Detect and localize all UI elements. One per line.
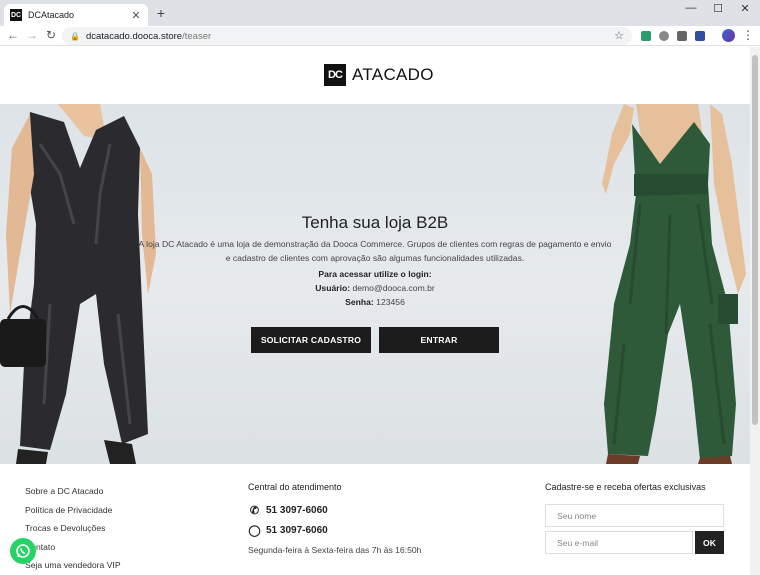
footer-link-returns[interactable]: Trocas e Devoluções bbox=[25, 523, 105, 533]
support-heading: Central do atendimento bbox=[248, 482, 342, 492]
tab-close-icon[interactable]: ✕ bbox=[130, 9, 142, 22]
login-heading: Para acessar utilize o login: bbox=[318, 269, 432, 279]
site-favicon-icon: DC bbox=[10, 9, 22, 21]
request-signup-button[interactable]: SOLICITAR CADASTRO bbox=[251, 327, 371, 353]
login-user: Usuário: demo@dooca.com.br bbox=[315, 283, 435, 293]
camera-icon[interactable] bbox=[677, 31, 687, 41]
hero-title: Tenha sua loja B2B bbox=[301, 213, 449, 232]
footer-link-about[interactable]: Sobre a DC Atacado bbox=[25, 486, 103, 496]
browser-menu-icon[interactable]: ⋮ bbox=[742, 28, 754, 42]
site-logo[interactable]: DC ATACADO bbox=[324, 64, 434, 86]
forward-arrow-icon[interactable]: → bbox=[24, 28, 40, 43]
browser-tab[interactable]: DC DCAtacado ✕ bbox=[4, 4, 148, 26]
whatsapp-small-icon: ◯ bbox=[248, 525, 261, 537]
enter-button[interactable]: ENTRAR bbox=[379, 327, 499, 353]
minimize-button[interactable]: — bbox=[679, 2, 703, 14]
reload-icon[interactable]: ↻ bbox=[43, 28, 59, 43]
phone-number[interactable]: ✆ 51 3097-6060 bbox=[248, 504, 328, 517]
hero-banner: Tenha sua loja B2B A loja DC Atacado é u… bbox=[0, 104, 750, 464]
extension-icon[interactable] bbox=[695, 31, 705, 41]
browser-tab-bar: DC DCAtacado ✕ + — ☐ ✕ bbox=[0, 0, 760, 26]
whatsapp-float-button[interactable] bbox=[10, 538, 36, 564]
newsletter-heading: Cadastre-se e receba ofertas exclusivas bbox=[545, 482, 706, 492]
logo-text: ATACADO bbox=[352, 65, 434, 84]
whatsapp-icon bbox=[16, 544, 30, 558]
address-bar[interactable]: 🔒 dcatacado.dooca.store/teaser ☆ bbox=[62, 27, 632, 45]
footer-link-privacy[interactable]: Política de Privacidade bbox=[25, 505, 112, 515]
close-window-button[interactable]: ✕ bbox=[733, 2, 757, 15]
hero-description: A loja DC Atacado é uma loja de demonstr… bbox=[138, 239, 612, 263]
maximize-button[interactable]: ☐ bbox=[706, 2, 730, 15]
scrollbar-thumb[interactable] bbox=[752, 55, 758, 425]
whatsapp-number[interactable]: ◯ 51 3097-6060 bbox=[248, 524, 327, 537]
newsletter-ok-button[interactable]: OK bbox=[695, 531, 724, 554]
tab-title: DCAtacado bbox=[28, 10, 75, 20]
url-text: dcatacado.dooca.store/teaser bbox=[85, 30, 212, 42]
page-viewport: DC ATACADO Tenha sua loja B2B A loja DC … bbox=[0, 47, 750, 575]
bookmark-star-icon[interactable]: ☆ bbox=[614, 29, 624, 42]
extension-icon[interactable] bbox=[641, 31, 651, 41]
browser-toolbar: ← → ↻ 🔒 dcatacado.dooca.store/teaser ☆ ⋮ bbox=[0, 26, 760, 46]
profile-avatar[interactable] bbox=[722, 29, 735, 42]
newsletter-name-input[interactable]: Seu nome bbox=[545, 504, 724, 527]
newsletter-email-input[interactable]: Seu e-mail bbox=[545, 531, 693, 554]
logo-mark: DC bbox=[324, 64, 346, 86]
phone-icon: ✆ bbox=[249, 505, 260, 517]
login-password: Senha: 123456 bbox=[345, 297, 405, 307]
extension-icon[interactable] bbox=[659, 31, 669, 41]
footer-link-vip[interactable]: Seja uma vendedora VIP bbox=[25, 560, 121, 570]
new-tab-button[interactable]: + bbox=[154, 6, 168, 20]
back-arrow-icon[interactable]: ← bbox=[5, 28, 21, 43]
service-hours: Segunda-feira à Sexta-feira das 7h às 16… bbox=[248, 545, 422, 555]
lock-icon: 🔒 bbox=[70, 31, 80, 41]
